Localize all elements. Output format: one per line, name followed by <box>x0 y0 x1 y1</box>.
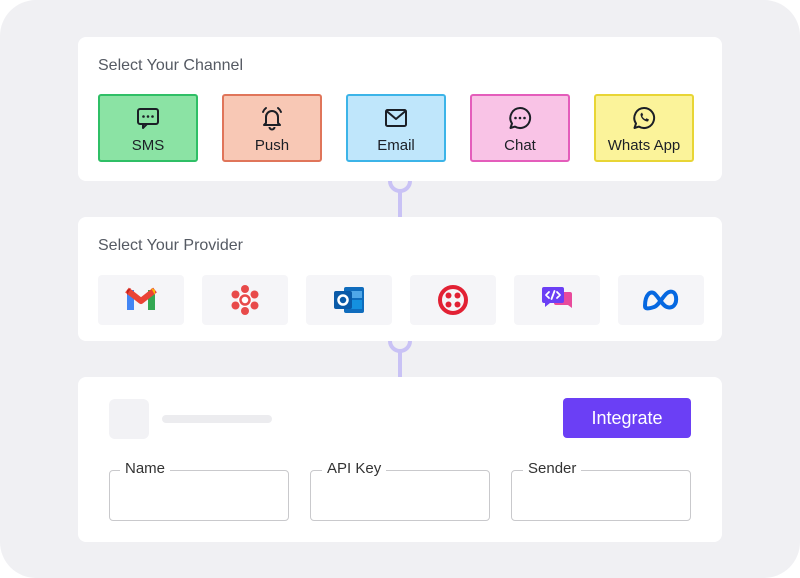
provider-card: Select Your Provider <box>78 217 722 341</box>
envelope-icon <box>385 108 407 127</box>
api-key-field[interactable] <box>310 470 490 521</box>
name-input[interactable] <box>120 485 274 509</box>
channel-card: Select Your Channel SMS Push Email Chat … <box>78 37 722 181</box>
placeholder-text-line <box>162 415 272 423</box>
sender-field[interactable] <box>511 470 691 521</box>
channel-email[interactable]: Email <box>346 94 446 162</box>
name-field-label: Name <box>120 460 171 477</box>
channel-label-sms: SMS <box>131 136 165 154</box>
provider-gmail[interactable] <box>98 275 184 325</box>
api-key-field-label: API Key <box>322 460 387 477</box>
outlook-icon <box>334 287 364 313</box>
name-field[interactable] <box>109 470 289 521</box>
gmail-icon <box>125 287 157 310</box>
provider-twilio[interactable] <box>410 275 496 325</box>
sms-icon <box>137 107 159 129</box>
provider-code-chat[interactable] <box>514 275 600 325</box>
meta-icon <box>643 289 679 311</box>
bell-icon <box>262 106 282 130</box>
app-frame: Select Your Channel SMS Push Email Chat … <box>0 0 800 578</box>
channel-section-title: Select Your Channel <box>98 57 243 74</box>
whatsapp-icon <box>633 106 656 129</box>
provider-meta[interactable] <box>618 275 704 325</box>
provider-flower[interactable] <box>202 275 288 325</box>
channel-label-push: Push <box>254 136 290 154</box>
channel-label-email: Email <box>377 136 415 154</box>
chat-icon <box>509 106 532 129</box>
provider-section-title: Select Your Provider <box>98 237 243 254</box>
channel-push[interactable]: Push <box>222 94 322 162</box>
channel-label-chat: Chat <box>504 136 536 154</box>
channel-sms[interactable]: SMS <box>98 94 198 162</box>
integrate-button[interactable]: Integrate <box>563 398 691 438</box>
twilio-icon <box>438 285 468 315</box>
channel-whatsapp[interactable]: Whats App <box>594 94 694 162</box>
provider-outlook[interactable] <box>306 275 392 325</box>
connector-line-2 <box>398 350 402 377</box>
integration-card: Integrate Name API Key Sender <box>78 377 722 542</box>
placeholder-avatar <box>109 399 149 439</box>
channel-label-whatsapp: Whats App <box>607 136 681 154</box>
api-key-input[interactable] <box>321 485 475 509</box>
sender-input[interactable] <box>522 485 676 509</box>
code-chat-icon <box>542 287 572 308</box>
channel-chat[interactable]: Chat <box>470 94 570 162</box>
connector-line-1 <box>398 190 402 217</box>
flower-logo-icon <box>231 285 259 315</box>
sender-field-label: Sender <box>523 460 582 477</box>
